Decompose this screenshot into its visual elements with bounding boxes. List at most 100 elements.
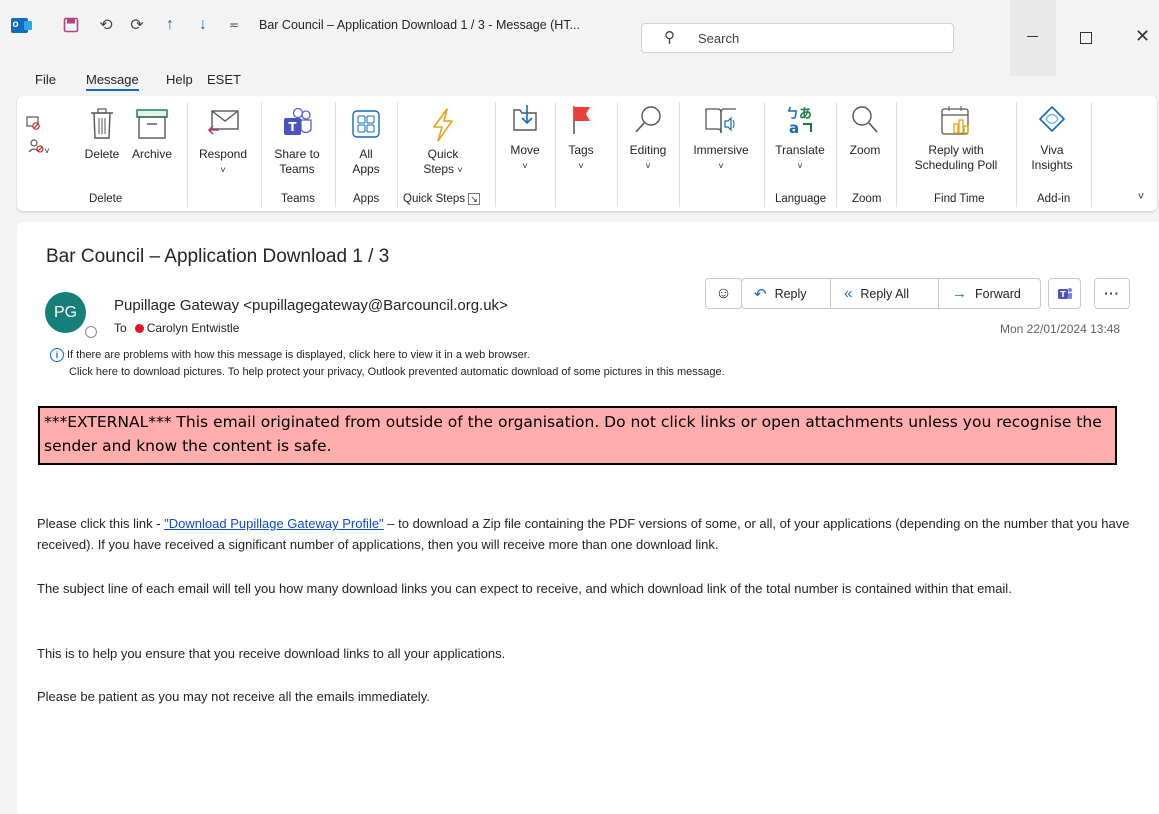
zoom-button[interactable]: Zoom [842,104,888,158]
body-paragraph: This is to help you ensure that you rece… [37,646,506,661]
down-arrow-icon[interactable]: ↓ [193,14,213,36]
info-bar-browser[interactable]: i If there are problems with how this mes… [50,348,530,362]
separator [1091,102,1092,207]
all-apps-button[interactable]: All Apps [341,108,391,177]
title-bar: o ⟲ ⟳ ↑ ↓ ≂ Bar Council – Application Do… [0,0,1159,76]
separator [836,102,837,207]
redo-icon[interactable]: ⟳ [127,14,147,36]
reaction-button[interactable]: ☺ [705,278,742,309]
sender[interactable]: Pupillage Gateway <pupillagegateway@Barc… [114,297,508,314]
svg-text:T: T [288,120,297,134]
editing-button[interactable]: Editing ˅ [623,104,673,174]
separator [896,102,897,207]
reply-with-scheduling-poll-button[interactable]: Reply with Scheduling Poll [901,104,1011,173]
viva-insights-button[interactable]: Viva Insights [1022,104,1082,173]
svg-text:a: a [789,119,799,136]
separator [555,102,556,207]
quick-steps-button[interactable]: Quick Steps ˅ [413,108,473,178]
search-input[interactable]: ⚲ Search [641,23,954,53]
share-to-teams-button[interactable]: T Share to Teams [267,107,327,177]
smiley-icon: ☺ [715,284,732,302]
window-title: Bar Council – Application Download 1 / 3… [259,18,580,32]
search-placeholder: Search [698,31,740,46]
svg-text:T: T [1060,290,1066,299]
teams-icon: T [267,107,327,142]
menu-bar: File Message Help ESET [0,72,300,94]
teams-icon: T [1057,287,1072,299]
move-folder-icon [503,104,547,138]
reply-icon: ↶ [754,285,767,303]
group-zoom: Zoom [852,193,882,205]
close-button[interactable]: ✕ [1135,26,1150,47]
group-find-time: Find Time [934,193,985,205]
respond-button[interactable]: Respond ˅ [193,108,253,178]
message-date: Mon 22/01/2024 13:48 [1000,322,1121,336]
menu-file[interactable]: File [35,72,56,87]
zoom-icon [842,104,888,138]
menu-message[interactable]: Message [86,72,139,91]
separator [830,279,831,308]
svg-text:あ: あ [799,107,812,122]
forward-icon: → [952,285,967,302]
envelope-reply-icon [193,108,253,142]
group-language: Language [775,193,827,205]
recipient-name[interactable]: Carolyn Entwistle [147,321,240,335]
body-paragraph: Please click this link - "Download Pupil… [37,516,1130,552]
reply-all-icon: « [844,285,853,302]
ignore-icon[interactable] [23,114,43,134]
to-label: To [114,321,127,335]
separator [397,102,398,207]
separator [764,102,765,207]
calendar-poll-icon [901,104,1011,138]
undo-icon[interactable]: ⟲ [96,14,116,36]
menu-eset[interactable]: ESET [207,72,241,87]
info-bar-pictures[interactable]: Click here to download pictures. To help… [69,366,725,378]
move-button[interactable]: Move ˅ [503,104,547,174]
reply-all-button[interactable]: «Reply All [844,279,909,308]
ribbon: ˅ Delete Archive Delete Respond ˅ T Share… [17,96,1157,211]
more-actions-button[interactable]: ··· [1094,278,1130,309]
trash-icon [81,108,123,142]
ribbon-expand-icon[interactable]: ˅ [1134,189,1148,205]
maximize-button[interactable] [1080,32,1092,44]
reply-actions: ↶ Reply «Reply All → Forward [741,278,1041,309]
group-addin: Add-in [1037,193,1071,205]
immersive-reader-icon [685,104,757,138]
message-subject: Bar Council – Application Download 1 / 3 [46,246,390,267]
immersive-reader-button[interactable]: Immersive ˅ [685,104,757,174]
separator [335,102,336,207]
ellipsis-icon: ··· [1104,286,1120,301]
search-icon: ⚲ [664,29,675,46]
viva-insights-icon [1022,104,1082,138]
body-paragraph: Please be patient as you may not receive… [37,689,430,704]
separator [679,102,680,207]
menu-help[interactable]: Help [166,72,193,87]
cleanup-icon[interactable]: ˅ [21,138,57,159]
info-icon: i [50,348,64,362]
separator [938,279,939,308]
delete-button[interactable]: Delete [81,108,123,162]
separator [495,102,496,207]
up-arrow-icon[interactable]: ↑ [160,14,180,36]
customize-qat-icon[interactable]: ≂ [225,14,243,36]
translate-button[interactable]: ㄅあa Translate ˅ [769,104,831,174]
magnifier-icon [623,104,673,138]
teams-share-button[interactable]: T [1048,278,1081,309]
minimize-button[interactable] [1010,0,1056,76]
forward-button[interactable]: → Forward [952,279,1021,308]
separator [187,102,188,207]
apps-grid-icon [341,108,391,142]
external-warning-banner: ***EXTERNAL*** This email originated fro… [38,406,1117,465]
presence-status-icon [85,326,97,338]
flag-icon [563,104,599,138]
save-icon[interactable] [61,14,81,36]
group-apps: Apps [353,193,380,205]
avatar[interactable]: PG [45,292,86,333]
archive-button[interactable]: Archive [127,108,177,162]
download-profile-link[interactable]: "Download Pupillage Gateway Profile" [164,516,384,531]
reply-button[interactable]: ↶ Reply [754,279,807,308]
lightning-icon [413,108,473,142]
separator [261,102,262,207]
archive-icon [127,108,177,142]
tags-button[interactable]: Tags ˅ [563,104,599,174]
